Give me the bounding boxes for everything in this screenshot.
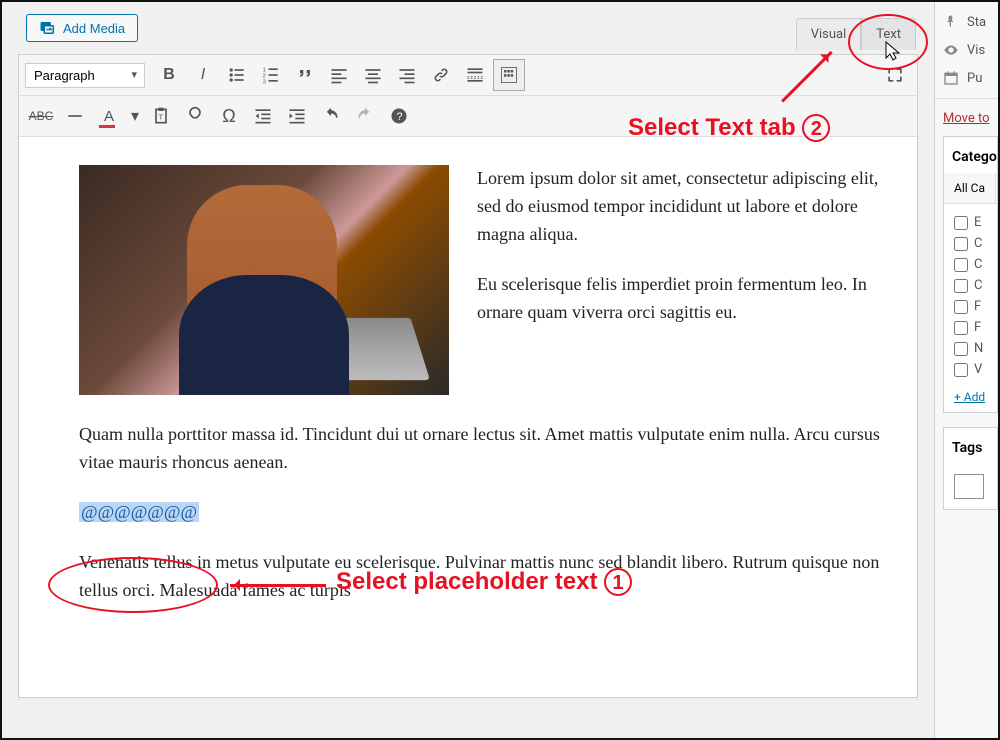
editor-toolbar-row-1: Paragraph B I 123 xyxy=(19,55,917,96)
paste-text-button[interactable]: T xyxy=(145,100,177,132)
tags-panel: Tags xyxy=(943,427,998,510)
placeholder-text[interactable]: @@@@@@@ xyxy=(79,502,199,522)
category-checkbox[interactable] xyxy=(954,279,968,293)
eye-icon xyxy=(943,42,959,58)
blockquote-button[interactable] xyxy=(289,59,321,91)
annotation-circle-2 xyxy=(848,14,928,70)
add-media-button[interactable]: Add Media xyxy=(26,14,138,42)
move-to-trash-link[interactable]: Move to xyxy=(935,99,998,136)
paragraph-3: Quam nulla porttitor massa id. Tincidunt… xyxy=(79,421,885,477)
bullet-list-button[interactable] xyxy=(221,59,253,91)
svg-text:?: ? xyxy=(397,111,403,123)
editor-content[interactable]: Lorem ipsum dolor sit amet, consectetur … xyxy=(19,137,917,697)
align-center-button[interactable] xyxy=(357,59,389,91)
category-list: E C C C F F N V xyxy=(944,204,997,384)
categories-panel: Catego All Ca E C C C F F N V + Add xyxy=(943,136,998,413)
svg-text:T: T xyxy=(159,112,164,121)
clear-formatting-button[interactable] xyxy=(179,100,211,132)
content-image[interactable] xyxy=(79,165,449,395)
category-checkbox[interactable] xyxy=(954,237,968,251)
paragraph-1: Lorem ipsum dolor sit amet, consectetur … xyxy=(477,165,885,249)
category-checkbox[interactable] xyxy=(954,363,968,377)
indent-button[interactable] xyxy=(281,100,313,132)
readmore-button[interactable] xyxy=(459,59,491,91)
italic-button[interactable]: I xyxy=(187,59,219,91)
annotation-arrow-1 xyxy=(230,584,326,587)
category-item[interactable]: V xyxy=(954,359,991,380)
link-button[interactable] xyxy=(425,59,457,91)
category-item[interactable]: F xyxy=(954,296,991,317)
bold-button[interactable]: B xyxy=(153,59,185,91)
calendar-icon xyxy=(943,70,959,86)
toolbar-toggle-button[interactable] xyxy=(493,59,525,91)
numbered-list-button[interactable]: 123 xyxy=(255,59,287,91)
pin-icon xyxy=(943,14,959,30)
outdent-button[interactable] xyxy=(247,100,279,132)
annotation-circle-1 xyxy=(48,557,218,613)
categories-title: Catego xyxy=(944,137,997,173)
category-item[interactable]: C xyxy=(954,233,991,254)
format-select[interactable]: Paragraph xyxy=(25,63,145,88)
paragraph-2: Eu scelerisque felis imperdiet proin fer… xyxy=(477,271,885,327)
tags-title: Tags xyxy=(944,428,997,464)
category-checkbox[interactable] xyxy=(954,321,968,335)
sidebar-visibility[interactable]: Vis xyxy=(943,36,998,64)
sidebar-status[interactable]: Sta xyxy=(943,8,998,36)
category-item[interactable]: N xyxy=(954,338,991,359)
text-color-button[interactable]: A xyxy=(93,100,125,132)
category-checkbox[interactable] xyxy=(954,300,968,314)
svg-text:3: 3 xyxy=(263,79,266,85)
category-item[interactable]: F xyxy=(954,317,991,338)
align-right-button[interactable] xyxy=(391,59,423,91)
category-checkbox[interactable] xyxy=(954,258,968,272)
strikethrough-button[interactable]: ABC xyxy=(25,100,57,132)
add-media-label: Add Media xyxy=(63,21,125,36)
category-item[interactable]: C xyxy=(954,275,991,296)
special-char-button[interactable]: Ω xyxy=(213,100,245,132)
undo-button[interactable] xyxy=(315,100,347,132)
add-new-category-link[interactable]: + Add xyxy=(944,384,997,404)
sidebar-publish[interactable]: Pu xyxy=(943,64,998,92)
category-item[interactable]: E xyxy=(954,212,991,233)
help-button[interactable]: ? xyxy=(383,100,415,132)
category-item[interactable]: C xyxy=(954,254,991,275)
hr-button[interactable] xyxy=(59,100,91,132)
media-icon xyxy=(39,19,57,37)
tags-input[interactable] xyxy=(954,474,984,499)
align-left-button[interactable] xyxy=(323,59,355,91)
color-chevron-button[interactable]: ▾ xyxy=(127,100,143,132)
redo-button[interactable] xyxy=(349,100,381,132)
sidebar: Sta Vis Pu Move to Catego All Ca E C C C… xyxy=(934,2,998,738)
all-categories-tab[interactable]: All Ca xyxy=(944,173,996,203)
category-checkbox[interactable] xyxy=(954,342,968,356)
category-checkbox[interactable] xyxy=(954,216,968,230)
